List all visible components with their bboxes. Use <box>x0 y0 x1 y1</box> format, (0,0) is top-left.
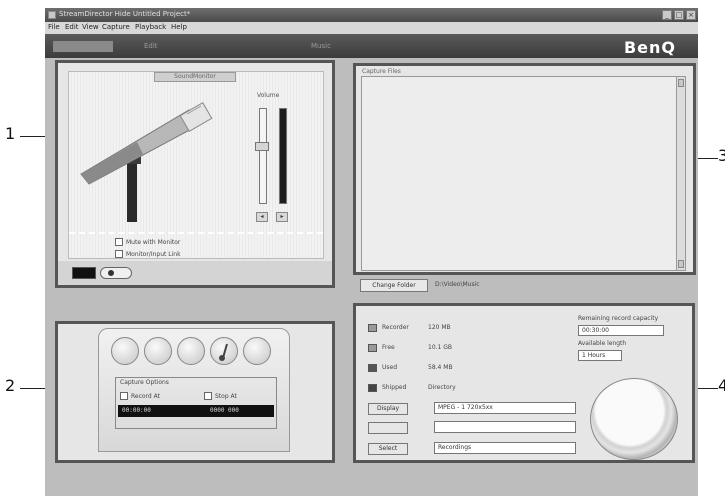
microphone-icon <box>80 102 213 222</box>
change-folder-button[interactable]: Change Folder <box>360 279 428 292</box>
recorder-swatch <box>368 324 377 332</box>
app-window: StreamDirector Hide Untitled Project* _ … <box>45 8 698 496</box>
volume-label: Volume <box>257 92 280 99</box>
mode-tab-music[interactable]: Music <box>307 41 335 52</box>
record-at-time[interactable]: 00:00:00 <box>122 407 151 414</box>
mode-tab-produce[interactable] <box>225 41 265 52</box>
available-length-value: 1 Hours <box>578 350 622 361</box>
shipped-label: Shipped <box>382 384 407 391</box>
sound-monitor-panel: SoundMonitor Volume ◂ ▸ Mute with Monito… <box>55 60 335 288</box>
level-meter <box>279 108 287 204</box>
mode-bar: Edit Music BenQ <box>45 34 698 58</box>
capture-deck: Capture Options Record At Stop At 00:00:… <box>98 328 290 452</box>
callout-line-3 <box>698 158 718 159</box>
recorder-label: Recorder <box>382 324 409 331</box>
remaining-capacity-value: 00:30:00 <box>578 325 664 336</box>
folder-field[interactable]: Recordings <box>434 442 576 454</box>
eject-button[interactable] <box>243 337 271 365</box>
remaining-capacity-label: Remaining record capacity <box>578 315 659 322</box>
record-button[interactable] <box>111 337 139 365</box>
record-at-option[interactable]: Record At <box>120 392 160 400</box>
capture-options-label: Capture Options <box>120 379 169 386</box>
capture-time-bar: 00:00:00 0000 000 <box>118 405 274 417</box>
capture-file-list[interactable] <box>361 76 686 271</box>
sound-monitor-area: SoundMonitor Volume ◂ ▸ Mute with Monito… <box>68 71 324 259</box>
shipped-swatch <box>368 384 377 392</box>
scroll-down-arrow[interactable] <box>678 260 684 268</box>
callout-line-4 <box>698 388 718 389</box>
menu-file[interactable]: File <box>48 23 60 31</box>
checkbox[interactable] <box>204 392 212 400</box>
folder-path: D:\Video\Music <box>435 281 480 288</box>
format-field[interactable]: MPEG - 1 720x5xx <box>434 402 576 414</box>
maximize-button[interactable]: □ <box>674 10 684 20</box>
volume-up-button[interactable]: ▸ <box>276 212 288 222</box>
used-label: Used <box>382 364 398 371</box>
capture-files-panel: Capture Files <box>353 63 696 275</box>
divider <box>69 232 323 234</box>
mode-tab-capture[interactable] <box>53 41 113 52</box>
menu-edit[interactable]: Edit <box>65 23 79 31</box>
app-icon <box>48 11 56 19</box>
minimize-button[interactable]: _ <box>662 10 672 20</box>
callout-1: 1 <box>5 124 16 143</box>
menu-bar: File Edit View Capture Playback Help <box>45 22 698 34</box>
window-title: StreamDirector Hide Untitled Project* <box>59 10 191 18</box>
option-label: Stop At <box>215 392 237 400</box>
volume-down-button[interactable]: ◂ <box>256 212 268 222</box>
record-dial-button[interactable] <box>590 378 678 460</box>
used-value: 58.4 MB <box>428 364 453 371</box>
stop-at-option[interactable]: Stop At <box>204 392 237 400</box>
volume-slider-handle[interactable] <box>255 142 269 152</box>
monitor-screen-button[interactable] <box>72 267 96 279</box>
monitor-controls-bar <box>58 261 332 285</box>
option-label: Mute with Monitor <box>126 238 181 246</box>
menu-playback[interactable]: Playback <box>135 23 166 31</box>
display-button[interactable]: Display <box>368 403 408 415</box>
option-label: Monitor/Input Link <box>126 250 181 258</box>
callout-4: 4 <box>718 376 725 395</box>
recording-info-panel: Recorder 120 MB Free 10.1 GB Used 58.4 M… <box>353 303 695 463</box>
close-button[interactable]: × <box>686 10 696 20</box>
available-length-label: Available length <box>578 340 627 347</box>
monitor-toggle-switch[interactable] <box>100 267 132 279</box>
volume-slider-track[interactable] <box>259 108 267 204</box>
recorder-value: 120 MB <box>428 324 451 331</box>
option-mute-with-monitor[interactable]: Mute with Monitor <box>115 238 180 246</box>
title-bar[interactable]: StreamDirector Hide Untitled Project* _ … <box>45 8 698 22</box>
blank-button[interactable] <box>368 422 408 434</box>
callout-2: 2 <box>5 376 16 395</box>
menu-capture[interactable]: Capture <box>102 23 130 31</box>
free-label: Free <box>382 344 395 351</box>
capture-files-label: Capture Files <box>362 68 401 75</box>
menu-help[interactable]: Help <box>171 23 187 31</box>
info-field[interactable] <box>434 421 576 433</box>
option-monitor-input-link[interactable]: Monitor/Input Link <box>115 250 181 258</box>
brand-logo: BenQ <box>623 38 676 57</box>
capture-control-panel: Capture Options Record At Stop At 00:00:… <box>55 321 335 463</box>
shipped-value: Directory <box>428 384 456 391</box>
vertical-scrollbar[interactable] <box>676 77 685 270</box>
screenshot-stage: 1 2 3 4 StreamDirector Hide Untitled Pro… <box>0 0 725 496</box>
free-swatch <box>368 344 377 352</box>
checkbox[interactable] <box>115 250 123 258</box>
select-button[interactable]: Select <box>368 443 408 455</box>
music-note-icon <box>219 343 228 361</box>
used-swatch <box>368 364 377 372</box>
sound-monitor-header: SoundMonitor <box>154 72 236 82</box>
capture-options-group: Capture Options Record At Stop At 00:00:… <box>115 377 277 429</box>
mode-tab-edit[interactable]: Edit <box>140 41 162 52</box>
option-label: Record At <box>131 392 160 400</box>
scroll-up-arrow[interactable] <box>678 79 684 87</box>
callout-3: 3 <box>718 146 725 165</box>
checkbox[interactable] <box>120 392 128 400</box>
stop-button[interactable] <box>144 337 172 365</box>
pause-button[interactable] <box>177 337 205 365</box>
snapshot-button[interactable] <box>210 337 238 365</box>
menu-view[interactable]: View <box>82 23 99 31</box>
free-value: 10.1 GB <box>428 344 453 351</box>
checkbox[interactable] <box>115 238 123 246</box>
stop-at-time[interactable]: 0000 000 <box>210 407 239 414</box>
